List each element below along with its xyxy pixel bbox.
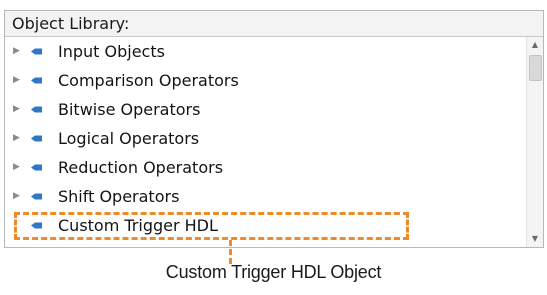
tree-item-label: Comparison Operators: [58, 71, 239, 90]
tree-item-bitwise-operators[interactable]: ▶ Bitwise Operators: [5, 95, 525, 124]
vertical-scrollbar[interactable]: ▲ ▼: [526, 37, 543, 247]
tree-item-label: Reduction Operators: [58, 158, 224, 177]
chevron-right-icon[interactable]: ▶: [13, 95, 21, 124]
object-bullet-icon: [31, 77, 42, 84]
object-bullet-icon: [31, 48, 42, 55]
object-bullet-icon: [31, 135, 42, 142]
callout-connector-line: [229, 240, 232, 264]
tree-item-comparison-operators[interactable]: ▶ Comparison Operators: [5, 66, 525, 95]
object-tree: ▶ Input Objects ▶ Comparison Operators ▶…: [5, 37, 525, 247]
object-bullet-icon: [31, 193, 42, 200]
object-bullet-icon: [31, 164, 42, 171]
chevron-right-icon[interactable]: ▶: [13, 124, 21, 153]
tree-item-label: Custom Trigger HDL: [58, 216, 218, 235]
tree-item-input-objects[interactable]: ▶ Input Objects: [5, 37, 525, 66]
tree-item-custom-trigger-hdl[interactable]: Custom Trigger HDL: [5, 211, 525, 240]
tree-item-label: Input Objects: [58, 42, 165, 61]
chevron-right-icon[interactable]: ▶: [13, 66, 21, 95]
scroll-up-icon[interactable]: ▲: [527, 37, 543, 53]
object-bullet-icon: [31, 106, 42, 113]
chevron-right-icon[interactable]: ▶: [13, 153, 21, 182]
chevron-right-icon[interactable]: ▶: [13, 182, 21, 211]
tree-item-label: Shift Operators: [58, 187, 180, 206]
tree-item-reduction-operators[interactable]: ▶ Reduction Operators: [5, 153, 525, 182]
tree-item-shift-operators[interactable]: ▶ Shift Operators: [5, 182, 525, 211]
object-library-panel: Object Library: ▶ Input Objects ▶ Compar…: [4, 10, 544, 248]
tree-item-label: Logical Operators: [58, 129, 200, 148]
tree-item-label: Bitwise Operators: [58, 100, 201, 119]
panel-title: Object Library:: [5, 11, 543, 37]
scroll-thumb[interactable]: [529, 55, 542, 81]
tree-item-logical-operators[interactable]: ▶ Logical Operators: [5, 124, 525, 153]
callout-label: Custom Trigger HDL Object: [165, 262, 382, 282]
object-bullet-icon: [31, 222, 42, 229]
chevron-right-icon[interactable]: ▶: [13, 37, 21, 66]
scroll-down-icon[interactable]: ▼: [527, 231, 543, 247]
